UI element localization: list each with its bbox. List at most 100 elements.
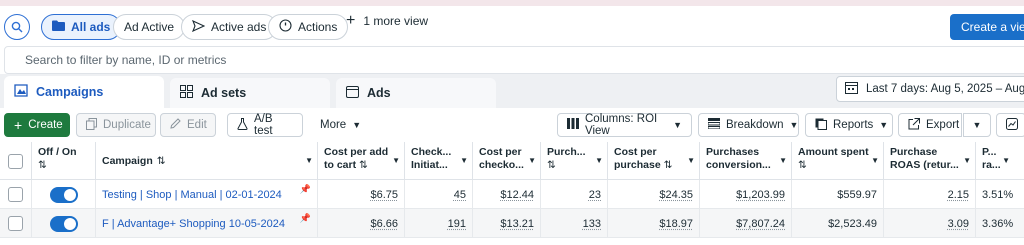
roas-cell: 3.09 (884, 209, 976, 238)
sort-icon: ⇅ (156, 154, 166, 167)
table-header-row: Off / On ⇅ Campaign ⇅ ▼ Cost per add to … (0, 142, 1024, 180)
col-header-cost-checkout-label: Cost per checko... (479, 146, 524, 171)
col-header-purchases[interactable]: Purch... ⇅ ▼ (541, 142, 608, 180)
col-header-campaign[interactable]: Campaign ⇅ ▼ (96, 142, 318, 180)
export-label: Export (926, 119, 960, 131)
chart-icon (1006, 117, 1018, 133)
pin-icon[interactable]: 📌 (300, 184, 311, 195)
more-button[interactable]: More ▼ (310, 113, 368, 137)
sort-icon: ⇅ (547, 159, 556, 171)
date-range-picker[interactable]: Last 7 days: Aug 5, 2025 – Aug 11, 20 (836, 76, 1024, 102)
row-toggle-cell (32, 209, 96, 238)
tab-ad-sets[interactable]: Ad sets (170, 78, 330, 108)
col-header-checkouts[interactable]: Check... Initiat... ▼ (405, 142, 473, 180)
breakdown-button[interactable]: Breakdown ▼ (698, 113, 799, 137)
col-header-purchases-value[interactable]: Purchases conversion... ▼ (700, 142, 792, 180)
tab-campaigns[interactable]: Campaigns (4, 76, 164, 108)
gauge-icon (279, 19, 292, 35)
tab-campaigns-label: Campaigns (36, 85, 104, 99)
col-header-roas[interactable]: Purchase ROAS (retur... ▼ (884, 142, 976, 180)
chevron-down-icon: ▼ (595, 156, 603, 165)
checkouts-cell: 191 (405, 209, 473, 238)
row-select-cell (0, 180, 32, 209)
campaign-name-link[interactable]: Testing | Shop | Manual | 02-01-2024 (102, 189, 282, 201)
chart-button[interactable] (996, 113, 1024, 137)
edit-button[interactable]: Edit (160, 113, 216, 137)
cost-add-to-cart-cell: $6.75 (318, 180, 405, 209)
breakdown-label: Breakdown (726, 119, 784, 131)
campaign-toggle[interactable] (49, 215, 78, 232)
tab-ads[interactable]: Ads (336, 78, 496, 108)
row-checkbox[interactable] (8, 216, 23, 231)
amount-spent-cell: $559.97 (792, 180, 884, 209)
view-actions[interactable]: Actions (268, 14, 349, 40)
campaign-name-cell[interactable]: F | Advantage+ Shopping 10-05-2024 📌 (96, 209, 318, 238)
roas-cell: 2.15 (884, 180, 976, 209)
chevron-down-icon: ▼ (392, 156, 400, 165)
export-menu-button[interactable]: ▼ (963, 113, 991, 137)
filter-input[interactable]: Search to filter by name, ID or metrics (4, 46, 1024, 74)
sort-icon: ⇅ (663, 159, 673, 171)
chevron-down-icon: ▼ (871, 156, 879, 165)
plus-icon: + (14, 117, 23, 133)
create-button[interactable]: + Create (4, 113, 70, 137)
more-views-button[interactable]: + 1 more view (346, 13, 428, 29)
ab-test-label: A/B test (254, 113, 273, 137)
cost-checkout-cell: $13.21 (473, 209, 541, 238)
row-toggle-cell (32, 180, 96, 209)
campaign-toggle[interactable] (49, 186, 78, 203)
duplicate-button[interactable]: Duplicate (76, 113, 156, 137)
columns-icon (567, 118, 579, 132)
select-all-checkbox[interactable] (8, 153, 23, 169)
view-ad-active[interactable]: Ad Active (113, 14, 186, 40)
table-row[interactable]: F | Advantage+ Shopping 10-05-2024 📌 $6.… (0, 209, 1024, 238)
search-views-button[interactable] (4, 14, 30, 40)
purchases-cell: 133 (541, 209, 608, 238)
columns-label: Columns: ROI View (585, 113, 658, 137)
chevron-down-icon: ▼ (352, 120, 362, 130)
reports-button[interactable]: Reports ▼ (805, 113, 893, 137)
view-all-ads[interactable]: All ads (41, 14, 122, 40)
campaign-name-link[interactable]: F | Advantage+ Shopping 10-05-2024 (102, 218, 285, 230)
search-icon (11, 21, 23, 33)
export-button[interactable]: Export (898, 113, 962, 137)
breakdown-icon (707, 118, 721, 132)
chevron-down-icon: ▼ (779, 156, 787, 165)
purchases-value-cell: $1,203.99 (700, 180, 792, 209)
purchases-value-cell: $7,807.24 (700, 209, 792, 238)
sort-icon: ⇅ (38, 159, 47, 171)
chevron-down-icon: ▼ (1002, 156, 1010, 165)
chevron-down-icon: ▼ (972, 120, 982, 130)
col-header-purchase-rate[interactable]: P... ra... ▼ (976, 142, 1024, 180)
duplicate-icon (86, 117, 97, 133)
col-header-purchases-label: Purch... (547, 146, 586, 158)
sort-icon: ⇅ (359, 159, 368, 171)
ad-icon (346, 85, 359, 101)
table-row[interactable]: Testing | Shop | Manual | 02-01-2024 📌 $… (0, 180, 1024, 209)
folder-icon (52, 20, 65, 34)
chevron-down-icon: ▼ (789, 120, 799, 130)
col-header-roas-label: Purchase ROAS (retur... (890, 146, 959, 171)
col-header-amount-spent[interactable]: Amount spent ⇅ ▼ (792, 142, 884, 180)
more-label: More (320, 119, 347, 131)
col-header-cost-purchase[interactable]: Cost per purchase ⇅ ▼ (608, 142, 700, 180)
view-active-ads[interactable]: Active ads (181, 14, 278, 40)
pin-icon[interactable]: 📌 (300, 213, 311, 224)
col-header-cost-checkout[interactable]: Cost per checko... ▼ (473, 142, 541, 180)
reports-label: Reports (833, 119, 874, 131)
create-view-button[interactable]: Create a view (950, 14, 1024, 40)
chevron-down-icon: ▼ (963, 156, 971, 165)
checkouts-cell: 45 (405, 180, 473, 209)
cost-add-to-cart-cell: $6.66 (318, 209, 405, 238)
campaign-name-cell[interactable]: Testing | Shop | Manual | 02-01-2024 📌 (96, 180, 318, 209)
col-header-off-on[interactable]: Off / On ⇅ (32, 142, 96, 180)
columns-button[interactable]: Columns: ROI View ▼ (557, 113, 692, 137)
amount-spent-cell: $2,523.49 (792, 209, 884, 238)
tab-ads-label: Ads (367, 86, 391, 100)
pencil-icon (170, 118, 181, 132)
flask-icon (237, 117, 248, 133)
ab-test-button[interactable]: A/B test (227, 113, 303, 137)
create-label: Create (28, 119, 63, 131)
row-checkbox[interactable] (8, 187, 23, 202)
col-header-cost-add-to-cart[interactable]: Cost per add to cart ⇅ ▼ (318, 142, 405, 180)
